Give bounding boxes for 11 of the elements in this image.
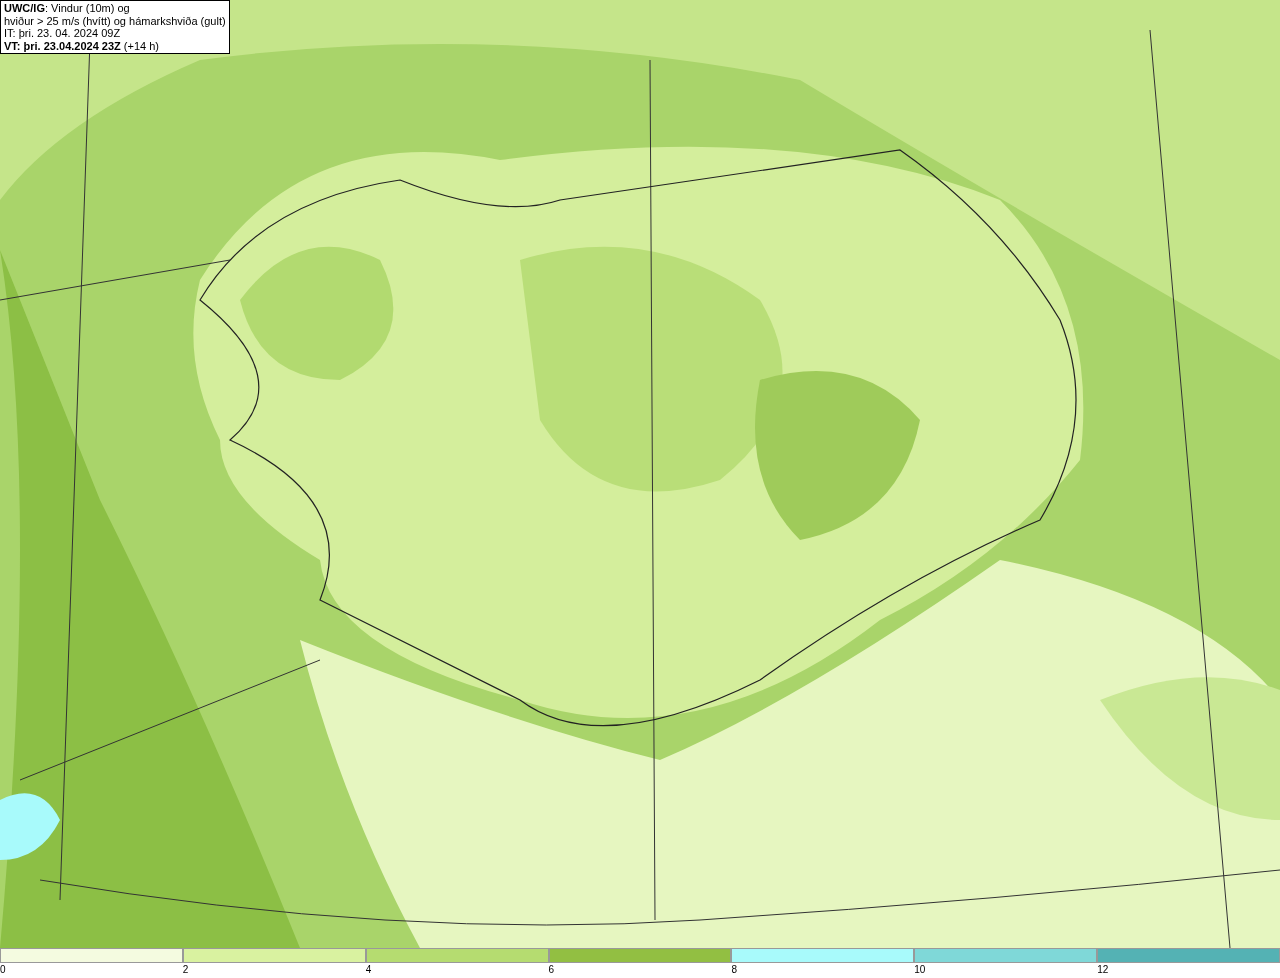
scale-label: 4 <box>365 963 372 977</box>
scale-label: 0 <box>0 963 6 977</box>
info-text: UWC/IG: Vindur (10m) og <box>4 2 131 15</box>
scale-label: 8 <box>731 963 737 977</box>
info-text: IT: þri. 23. 04. 2024 09Z <box>4 27 122 40</box>
info-text: VT: þri. 23.04.2024 23Z (+14 h) <box>4 39 160 52</box>
scale-label: 10 <box>914 963 926 977</box>
scale-label: 6 <box>548 963 555 977</box>
info-text: hviður > 25 m/s (hvítt) og hámarkshviða (gult) <box>4 14 226 27</box>
scale-label: 2 <box>182 963 189 977</box>
scale-label: 12 <box>1097 963 1109 977</box>
